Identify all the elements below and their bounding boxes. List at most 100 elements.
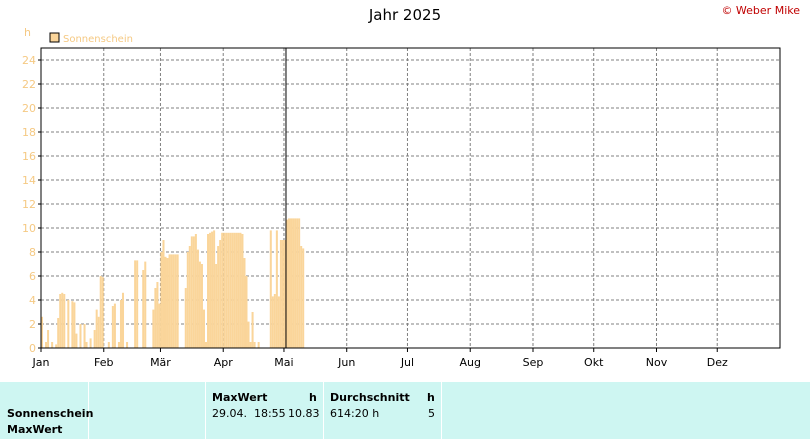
sunshine-bar	[223, 232, 226, 348]
x-tick-label: Nov	[646, 356, 668, 369]
sunshine-bar	[107, 342, 110, 348]
sunshine-bar	[190, 236, 193, 348]
sunshine-bar	[235, 232, 238, 348]
sunshine-bar	[47, 330, 50, 348]
chart-legend: Sonnenschein h	[24, 26, 133, 45]
summary-label-column: Sonnenschein MaxWert	[0, 382, 93, 439]
sunshine-bar	[176, 254, 179, 348]
sunshine-bar	[158, 303, 161, 348]
legend-swatch	[49, 32, 60, 43]
y-tick-label: 12	[22, 198, 36, 211]
sunshine-bar	[79, 324, 82, 348]
maxwert-unit: h	[309, 391, 317, 404]
maxwert-value: 10.83	[288, 407, 320, 420]
sunshine-bar	[231, 232, 234, 348]
x-tick-label: Dez	[707, 356, 728, 369]
sunshine-bar	[198, 261, 201, 348]
sunshine-bar	[275, 230, 278, 348]
x-tick-label: Jul	[400, 356, 414, 369]
sunshine-bar	[93, 330, 96, 348]
sunshine-bar	[302, 248, 305, 348]
sunshine-bar	[277, 296, 280, 348]
y-tick-label: 14	[22, 174, 36, 187]
average-unit: h	[427, 391, 435, 404]
sunshine-bar	[170, 254, 173, 348]
sunshine-bar	[281, 240, 284, 348]
sunshine-bar	[205, 342, 208, 348]
sunshine-bar	[89, 338, 92, 348]
y-tick-label: 10	[22, 222, 36, 235]
sunshine-bar	[95, 309, 98, 348]
sunshine-bar	[136, 260, 139, 348]
x-tick-label: Mär	[150, 356, 171, 369]
sunshine-bar	[202, 309, 205, 348]
sunshine-bar	[184, 288, 187, 348]
summary-panel: Sonnenschein MaxWert MaxWert h 29.04. 18…	[0, 382, 810, 439]
x-tick-label: Aug	[459, 356, 480, 369]
sunshine-bar	[134, 260, 137, 348]
x-axis-ticks: Jan Feb Mär Apr Mai Jun Jul Aug Sep Okt Nov Dez	[32, 348, 728, 369]
sunshine-bar	[292, 218, 295, 348]
sunshine-bar	[156, 282, 159, 348]
chart-grid	[41, 48, 780, 348]
sunshine-bar	[45, 342, 48, 348]
y-axis-ticks: 024681012141618202224	[22, 54, 41, 355]
sunshine-bar	[257, 342, 260, 348]
sunshine-bar	[172, 254, 175, 348]
sunshine-bar	[101, 277, 104, 348]
sunshine-bar	[219, 240, 222, 348]
average-header: Durchschnitt	[330, 391, 410, 404]
sunshine-bar	[243, 258, 246, 348]
sunshine-bar	[174, 254, 177, 348]
y-tick-label: 8	[29, 246, 36, 259]
sunshine-bar	[117, 342, 120, 348]
sunshine-bar	[164, 256, 167, 348]
summary-empty-column	[89, 382, 206, 439]
x-tick-label: Jan	[32, 356, 50, 369]
y-tick-label: 20	[22, 102, 36, 115]
sunshine-bar	[221, 232, 224, 348]
sunshine-bar	[241, 234, 244, 348]
plot-background	[41, 48, 780, 348]
sunshine-bar	[233, 232, 236, 348]
sunshine-bar	[229, 232, 232, 348]
sunshine-bar	[225, 232, 228, 348]
y-tick-label: 16	[22, 150, 36, 163]
sunshine-bar	[207, 234, 210, 348]
chart-area: 024681012141618202224 Jan Feb Mär Apr Mai Jun…	[22, 26, 781, 369]
sunshine-bar	[253, 342, 256, 348]
sunshine-bar	[67, 300, 70, 348]
x-tick-label: Feb	[94, 356, 113, 369]
y-tick-label: 2	[29, 318, 36, 331]
y-tick-label: 6	[29, 270, 36, 283]
sunshine-bar	[192, 236, 195, 348]
maxwert-header: MaxWert	[212, 391, 268, 404]
sunshine-bar	[63, 294, 66, 348]
sunshine-bar	[188, 246, 191, 348]
sunshine-bar	[290, 218, 293, 348]
sunshine-bar	[168, 254, 171, 348]
sunshine-bar	[196, 249, 199, 348]
average-value: 5	[428, 407, 435, 420]
sunshine-bar	[154, 288, 157, 348]
y-tick-label: 24	[22, 54, 36, 67]
sunshine-bar	[97, 316, 100, 348]
sunshine-bar	[119, 300, 122, 348]
x-tick-label: Mai	[274, 356, 293, 369]
sunshine-bar	[245, 276, 248, 348]
x-tick-label: Apr	[214, 356, 234, 369]
y-tick-label: 0	[29, 342, 36, 355]
maxwert-datetime: 29.04. 18:55	[212, 407, 286, 420]
sunshine-bar	[294, 218, 297, 348]
sunshine-bar	[126, 342, 129, 348]
sunshine-bar	[239, 232, 242, 348]
sunshine-bar	[83, 324, 86, 348]
summary-maxwert-column: MaxWert h 29.04. 18:55 10.83	[206, 382, 324, 439]
sunshine-bar	[300, 246, 303, 348]
x-tick-label: Sep	[523, 356, 544, 369]
sunshine-bar	[186, 252, 189, 348]
row-label-sonnenschein: Sonnenschein	[7, 407, 94, 420]
summary-average-column: Durchschnitt h 614:20 h 5	[324, 382, 442, 439]
sunshine-bar	[269, 230, 272, 348]
legend-label: Sonnenschein	[63, 34, 133, 45]
